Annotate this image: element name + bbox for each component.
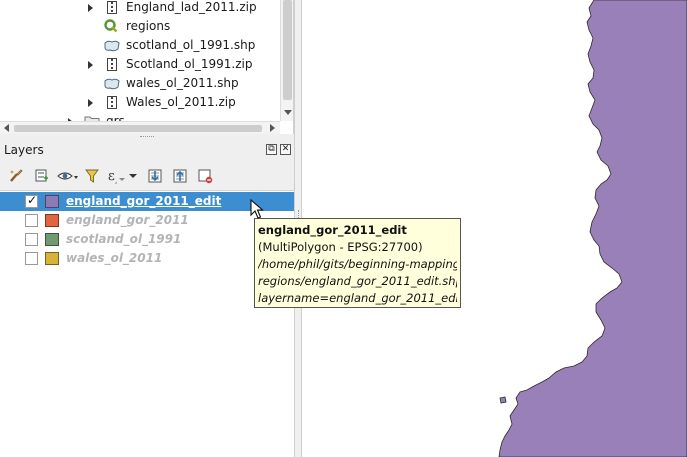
splitter-grip (140, 136, 154, 138)
layers-toolbar: ε , (0, 163, 294, 189)
scroll-right-icon[interactable] (270, 124, 275, 132)
mouse-cursor-icon (250, 199, 264, 219)
expand-arrow-icon[interactable] (88, 4, 93, 12)
filter-legend-icon (85, 169, 99, 183)
island-polygon (499, 396, 507, 404)
style-manager-icon (10, 169, 23, 182)
scrollbar-thumb[interactable] (14, 125, 262, 132)
scroll-left-icon[interactable] (4, 124, 9, 132)
polygon-layer-icon (104, 40, 120, 52)
layer-row-scotland-ol-1991[interactable]: scotland_ol_1991 (0, 230, 294, 249)
browser-item-label: Wales_ol_2011.zip (126, 95, 236, 109)
expand-all-button[interactable] (145, 167, 165, 185)
browser-panel: England_lad_2011.zip regions scotland_ol… (0, 0, 294, 134)
scroll-down-icon[interactable] (284, 110, 292, 115)
panel-splitter[interactable] (0, 134, 294, 140)
browser-vertical-scrollbar[interactable] (280, 0, 293, 121)
layer-tree: england_gor_2011_edit england_gor_2011 s… (0, 190, 294, 457)
filter-legend-button[interactable] (82, 167, 102, 185)
filter-by-expression-icon: ε , (108, 169, 137, 184)
layer-tooltip: england_gor_2011_edit (MultiPolygon - EP… (254, 218, 461, 308)
layer-name: wales_ol_2011 (66, 251, 163, 265)
add-group-button[interactable] (31, 167, 51, 185)
layer-symbol-swatch[interactable] (45, 195, 59, 208)
browser-item-label: regions (126, 19, 171, 33)
browser-item-regions[interactable]: regions (0, 17, 280, 36)
layer-name: england_gor_2011 (66, 213, 189, 227)
zip-file-icon (107, 58, 117, 71)
expand-all-icon (148, 169, 162, 183)
filter-by-expression-button[interactable]: ε , (107, 167, 139, 185)
zip-file-icon (107, 96, 117, 109)
expand-arrow-icon[interactable] (88, 99, 93, 107)
add-group-icon (35, 169, 48, 182)
layer-visibility-checkbox[interactable] (25, 214, 38, 227)
qgis-window: England_lad_2011.zip regions scotland_ol… (0, 0, 687, 457)
remove-layer-icon (198, 169, 213, 184)
float-panel-button[interactable]: ⧉ (266, 144, 277, 155)
browser-item-wales-zip[interactable]: Wales_ol_2011.zip (0, 93, 280, 112)
browser-item-scotland-zip[interactable]: Scotland_ol_1991.zip (0, 55, 280, 74)
layer-name: scotland_ol_1991 (66, 232, 182, 246)
manage-visibility-button[interactable] (56, 167, 80, 185)
collapse-all-icon (173, 169, 187, 183)
layer-symbol-swatch[interactable] (45, 214, 59, 227)
browser-item-label: England_lad_2011.zip (126, 0, 257, 14)
style-manager-button[interactable] (6, 167, 26, 185)
svg-text:,: , (115, 177, 117, 184)
browser-horizontal-scrollbar[interactable] (0, 121, 280, 134)
layer-visibility-checkbox[interactable] (25, 252, 38, 265)
tooltip-title: england_gor_2011_edit (258, 223, 407, 237)
remove-layer-button[interactable] (195, 167, 215, 185)
tooltip-layername: layername=england_gor_2011_edit (258, 291, 457, 305)
layer-visibility-checkbox[interactable] (25, 193, 38, 208)
browser-item-label: wales_ol_2011.shp (126, 76, 239, 90)
layer-symbol-swatch[interactable] (45, 233, 59, 246)
qgis-project-icon (104, 19, 118, 33)
tooltip-source-path: /home/phil/gits/beginning-mapping/ (258, 257, 457, 271)
layer-visibility-checkbox[interactable] (25, 233, 38, 246)
tooltip-source-path: regions/england_gor_2011_edit.shp | (258, 274, 457, 288)
layer-name: england_gor_2011_edit (66, 194, 222, 208)
zip-file-icon (107, 1, 117, 14)
browser-item-label: scotland_ol_1991.shp (126, 38, 256, 52)
manage-visibility-icon (57, 172, 78, 180)
england-region-polygon (498, 0, 687, 457)
browser-item-england-lad-zip[interactable]: England_lad_2011.zip (0, 0, 280, 17)
browser-item-wales-shp[interactable]: wales_ol_2011.shp (0, 74, 280, 93)
expand-arrow-icon[interactable] (88, 61, 93, 69)
svg-text:ε: ε (108, 169, 115, 184)
browser-item-scotland-shp[interactable]: scotland_ol_1991.shp (0, 36, 280, 55)
polygon-layer-icon (104, 78, 120, 90)
collapse-all-button[interactable] (170, 167, 190, 185)
layers-panel-title: Layers (4, 143, 44, 157)
close-icon: ✕ (281, 144, 290, 154)
layer-row-wales-ol-2011[interactable]: wales_ol_2011 (0, 249, 294, 268)
float-icon: ⧉ (268, 144, 275, 154)
tooltip-geometry-crs: (MultiPolygon - EPSG:27700) (258, 240, 423, 254)
close-panel-button[interactable]: ✕ (280, 144, 291, 155)
layer-symbol-swatch[interactable] (45, 252, 59, 265)
scrollbar-thumb[interactable] (283, 0, 292, 100)
browser-item-label: Scotland_ol_1991.zip (126, 57, 253, 71)
